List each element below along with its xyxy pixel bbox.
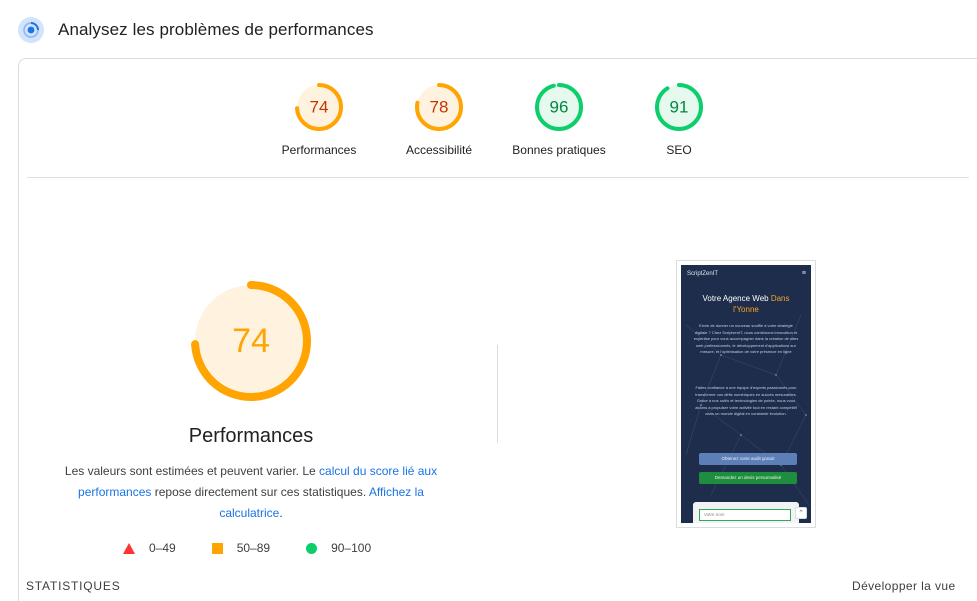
statistics-heading: STATISTIQUES [26,579,121,593]
orange-square-icon [211,542,223,554]
legend-pass-label: 90–100 [331,541,372,555]
green-circle-icon [306,542,318,554]
red-triangle-icon [123,542,135,554]
score-description: Les valeurs sont estimées et peuvent var… [59,461,443,524]
lighthouse-icon [18,17,44,43]
score-ring: 74 [295,83,343,131]
thumb-name-input: Votre nom [699,509,791,521]
score-gauges: 74 Performances 78 Accessibilité 96 Bonnes pr… [19,81,977,181]
score-label: Accessibilité [405,143,473,157]
thumb-paragraph-2: Faites confiance à une équipe d'experts … [695,385,797,416]
score-gauge-performances[interactable]: 74 Performances [269,81,369,157]
report-card: 74 Performances 78 Accessibilité 96 Bonnes pr… [18,58,977,601]
performance-score: 74 [232,322,270,360]
score-ring: 78 [415,83,463,131]
vertical-separator [497,345,498,443]
section-title: Analysez les problèmes de performances [58,20,374,39]
divider [27,177,969,178]
score-ring: 91 [655,83,703,131]
thumb-brand: ScriptZenIT [687,271,719,277]
score-legend: 0–49 50–89 90–100 [123,541,407,555]
score-label: Bonnes pratiques [512,143,606,157]
score-value: 96 [550,98,569,117]
performance-title: Performances [188,425,314,447]
thumb-paragraph-1: Envie de donner un nouveau souffle à vot… [693,323,799,354]
chevron-up-icon: ⌃ [795,507,807,519]
legend-pass: 90–100 [306,541,371,555]
legend-fail-label: 0–49 [149,541,176,555]
score-value: 91 [670,98,689,117]
hamburger-icon: ≡ [801,270,806,277]
performance-gauge: 74 [189,279,313,403]
legend-fail: 0–49 [123,541,176,555]
score-ring: 96 [535,83,583,131]
legend-average-label: 50–89 [236,541,271,555]
expand-view-button[interactable]: Développer la vue [852,579,956,593]
page-screenshot-image: ScriptZenIT ≡ Votre Agence Web Dans l'Yo… [681,265,811,523]
desc-text-3: . [279,506,283,520]
section-header: Analysez les problèmes de performances [18,14,374,46]
score-gauge-seo[interactable]: 91 SEO [629,81,729,157]
thumb-quote-button: Demandez un devis personnalisé [699,472,797,484]
score-label: Performances [281,143,357,157]
score-gauge-accessibilite[interactable]: 78 Accessibilité [389,81,489,157]
score-gauge-bonnes-pratiques[interactable]: 96 Bonnes pratiques [509,81,609,157]
desc-text-2: repose directement sur ces statistiques. [151,485,369,499]
desc-text-1: Les valeurs sont estimées et peuvent var… [64,464,320,478]
page-screenshot: ScriptZenIT ≡ Votre Agence Web Dans l'Yo… [676,260,816,528]
thumb-heading: Votre Agence Web Dans l'Yonne [691,293,801,315]
thumb-audit-button: Obtenez votre audit gratuit [699,453,797,465]
score-value: 74 [310,98,329,117]
thumb-heading-text: Votre Agence Web [702,294,769,303]
score-label: SEO [666,143,692,157]
score-value: 78 [430,98,449,117]
legend-average: 50–89 [211,541,271,555]
